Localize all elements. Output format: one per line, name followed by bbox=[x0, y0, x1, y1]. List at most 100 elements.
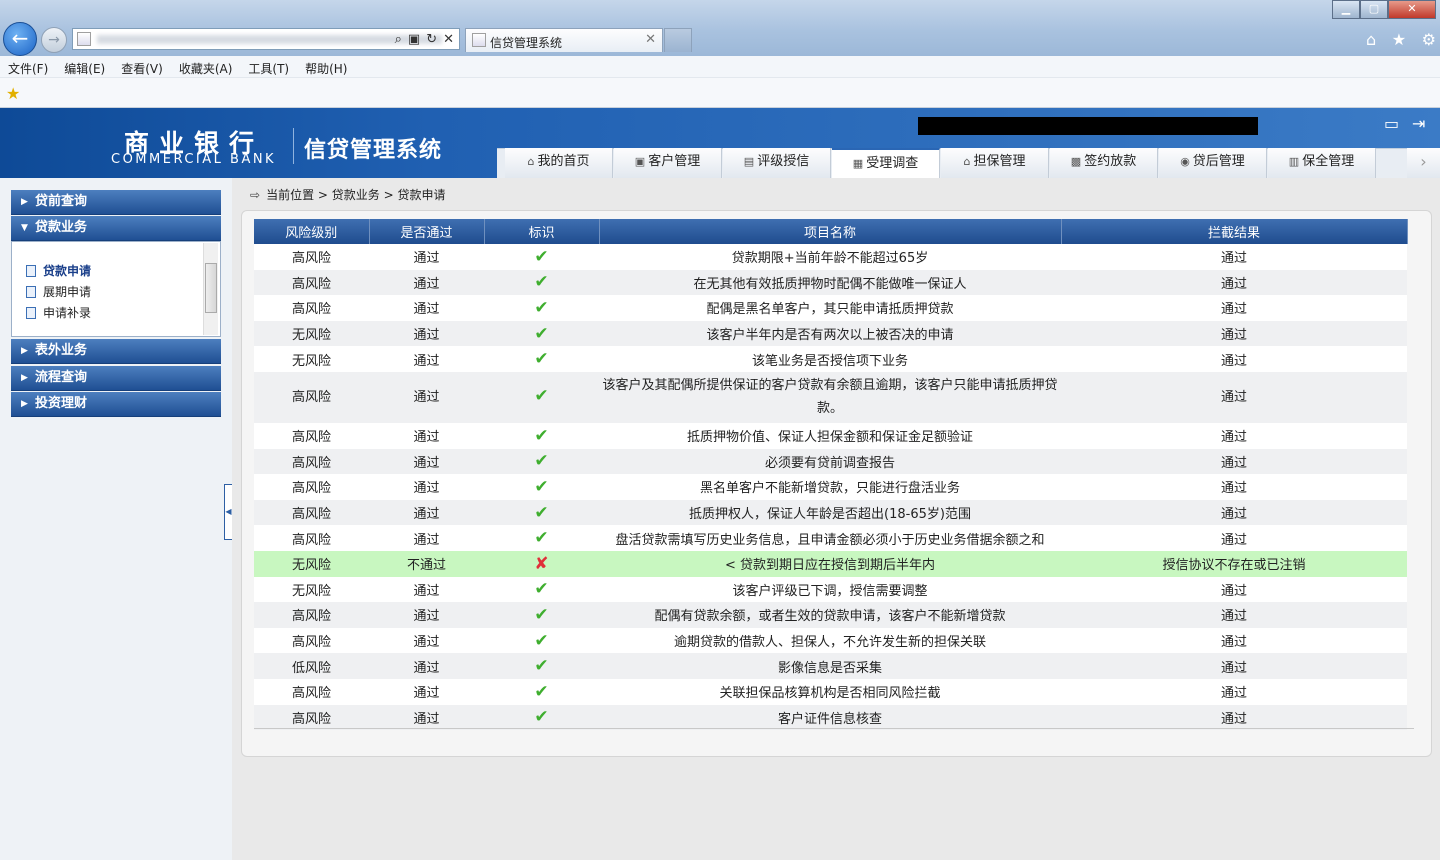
flag-cell: ✔ bbox=[484, 525, 599, 551]
sidebar-group-investment[interactable]: ▶ 投资理财 bbox=[11, 392, 221, 417]
nav-tab-guarantee[interactable]: ⌂ 担保管理 bbox=[941, 148, 1049, 178]
sidebar-group-process-query[interactable]: ▶ 流程查询 bbox=[11, 366, 221, 391]
menu-tools[interactable]: 工具(T) bbox=[240, 56, 297, 77]
menu-file[interactable]: 文件(F) bbox=[0, 56, 56, 77]
table-row[interactable]: 高风险 通过 ✔ 配偶是黑名单客户，其只能申请抵质押贷款 通过 bbox=[254, 295, 1407, 321]
forward-button[interactable]: → bbox=[41, 27, 67, 53]
nav-tab-customer[interactable]: ▣ 客户管理 bbox=[614, 148, 722, 178]
sidebar-group-offbalance[interactable]: ▶ 表外业务 bbox=[11, 339, 221, 364]
sidebar-item-extension-apply[interactable]: 展期申请 bbox=[26, 283, 91, 301]
col-passed: 是否通过 bbox=[369, 219, 485, 244]
sidebar-group-preloan-query[interactable]: ▶ 贷前查询 bbox=[11, 190, 221, 215]
scrollbar-thumb[interactable] bbox=[205, 263, 217, 313]
flag-cell: ✔ bbox=[484, 269, 599, 296]
monitor-icon[interactable]: ▭ bbox=[1384, 114, 1399, 133]
passed-cell: 通过 bbox=[369, 678, 484, 705]
search-icon[interactable]: ⌕ bbox=[395, 32, 402, 47]
risk-level-cell: 无风险 bbox=[254, 576, 369, 603]
item-name-cell: 逾期贷款的借款人、担保人，不允许发生新的担保关联 bbox=[599, 627, 1061, 654]
intercept-result-cell: 通过 bbox=[1061, 422, 1407, 449]
nav-tab-rating[interactable]: ▤ 评级授信 bbox=[723, 148, 831, 178]
stop-icon[interactable]: ✕ bbox=[443, 32, 454, 47]
tab-title: 信贷管理系统 bbox=[490, 36, 563, 50]
table-row[interactable]: 高风险 通过 ✔ 抵质押物价值、保证人担保金额和保证金足额验证 通过 bbox=[254, 422, 1407, 449]
close-tab-icon[interactable]: ✕ bbox=[645, 32, 656, 47]
nav-tab-contract[interactable]: ▩ 签约放款 bbox=[1050, 148, 1158, 178]
home-icon[interactable]: ⌂ bbox=[1366, 30, 1376, 50]
nav-tab-home[interactable]: ⌂ 我的首页 bbox=[505, 148, 613, 178]
flag-cell: ✔ bbox=[484, 422, 599, 449]
refresh-icon[interactable]: ↻ bbox=[426, 32, 437, 47]
new-tab-button[interactable] bbox=[664, 28, 692, 52]
intercept-result-cell: 授信协议不存在或已注销 bbox=[1061, 550, 1407, 577]
risk-level-cell: 高风险 bbox=[254, 627, 369, 654]
document-icon bbox=[26, 286, 36, 298]
intercept-result-cell: 通过 bbox=[1061, 474, 1407, 500]
menu-view[interactable]: 查看(V) bbox=[113, 56, 171, 77]
table-row[interactable]: 高风险 通过 ✔ 客户证件信息核查 通过 bbox=[254, 704, 1407, 731]
breadcrumb-path[interactable]: 贷款业务 bbox=[332, 188, 380, 202]
settings-gear-icon[interactable]: ⚙ bbox=[1422, 30, 1436, 50]
passed-cell: 通过 bbox=[369, 576, 484, 603]
system-name: 信贷管理系统 bbox=[304, 138, 443, 163]
table-row[interactable]: 无风险 通过 ✔ 该笔业务是否授信项下业务 通过 bbox=[254, 346, 1407, 372]
flag-cell: ✔ bbox=[484, 602, 599, 628]
sidebar-item-loan-apply[interactable]: 贷款申请 bbox=[26, 262, 91, 280]
sidebar-group-loan-business[interactable]: ▼ 贷款业务 bbox=[11, 216, 221, 241]
menu-favorites[interactable]: 收藏夹(A) bbox=[171, 56, 241, 77]
nav-tab-survey[interactable]: ▦ 受理调查 bbox=[832, 148, 940, 178]
sidebar-item-supplement[interactable]: 申请补录 bbox=[26, 304, 91, 322]
col-risk-level: 风险级别 bbox=[254, 219, 370, 244]
nav-tab-label: 担保管理 bbox=[973, 154, 1026, 169]
logout-icon[interactable]: ⇥ bbox=[1412, 114, 1425, 133]
table-row[interactable]: 高风险 通过 ✔ 关联担保品核算机构是否相同风险拦截 通过 bbox=[254, 678, 1407, 705]
minimize-button[interactable]: ▁ bbox=[1332, 0, 1360, 19]
menu-edit[interactable]: 编辑(E) bbox=[56, 56, 113, 77]
tab-favicon-icon bbox=[472, 33, 486, 47]
table-row[interactable]: 无风险 通过 ✔ 该客户半年内是否有两次以上被否决的申请 通过 bbox=[254, 320, 1407, 347]
checkmark-icon: ✔ bbox=[534, 604, 549, 625]
table-row[interactable]: 高风险 通过 ✔ 该客户及其配偶所提供保证的客户贷款有余额且逾期，该客户只能申请抵质押… bbox=[254, 371, 1407, 423]
table-row[interactable]: 低风险 通过 ✔ 影像信息是否采集 通过 bbox=[254, 653, 1407, 679]
add-favorite-icon[interactable]: ★ bbox=[6, 84, 20, 103]
checkmark-icon: ✔ bbox=[534, 246, 549, 267]
item-name-cell: 在无其他有效抵质押物时配偶不能做唯一保证人 bbox=[599, 269, 1061, 296]
table-row[interactable]: 无风险 不通过 ✘ < 贷款到期日应在授信到期后半年内 授信协议不存在或已注销 bbox=[254, 550, 1407, 577]
table-row[interactable]: 高风险 通过 ✔ 抵质押权人，保证人年龄是否超出(18-65岁)范围 通过 bbox=[254, 499, 1407, 526]
nav-tab-postloan[interactable]: ◉ 贷后管理 bbox=[1159, 148, 1267, 178]
sidebar-item-label: 申请补录 bbox=[43, 306, 92, 320]
checkmark-icon: ✔ bbox=[534, 579, 549, 600]
nav-scroll-right-icon[interactable]: › bbox=[1407, 148, 1440, 178]
table-row[interactable]: 高风险 通过 ✔ 逾期贷款的借款人、担保人，不允许发生新的担保关联 通过 bbox=[254, 627, 1407, 654]
table-row[interactable]: 高风险 通过 ✔ 必须要有贷前调查报告 通过 bbox=[254, 448, 1407, 475]
table-row[interactable]: 高风险 通过 ✔ 配偶有贷款余额，或者生效的贷款申请，该客户不能新增贷款 通过 bbox=[254, 602, 1407, 628]
back-button[interactable]: ← bbox=[3, 22, 37, 56]
window-controls: ▁ ▢ ✕ bbox=[1332, 0, 1436, 19]
checkmark-icon: ✔ bbox=[534, 272, 549, 293]
table-row[interactable]: 高风险 通过 ✔ 黑名单客户不能新增贷款，只能进行盘活业务 通过 bbox=[254, 474, 1407, 500]
favorites-star-icon[interactable]: ★ bbox=[1392, 30, 1406, 50]
item-name-cell: 该客户评级已下调，授信需要调整 bbox=[599, 576, 1061, 603]
table-row[interactable]: 高风险 通过 ✔ 盘活贷款需填写历史业务信息，且申请金额必须小于历史业务借据余额之和通… bbox=[254, 525, 1407, 551]
intercept-result-cell: 通过 bbox=[1061, 653, 1407, 679]
risk-level-cell: 高风险 bbox=[254, 448, 369, 475]
passed-cell: 不通过 bbox=[369, 550, 484, 577]
menu-help[interactable]: 帮助(H) bbox=[297, 56, 355, 77]
risk-level-cell: 高风险 bbox=[254, 474, 369, 500]
flag-cell: ✔ bbox=[484, 499, 599, 526]
table-row[interactable]: 高风险 通过 ✔ 贷款期限+当前年龄不能超过65岁 通过 bbox=[254, 244, 1407, 270]
table-row[interactable]: 高风险 通过 ✔ 在无其他有效抵质押物时配偶不能做唯一保证人 通过 bbox=[254, 269, 1407, 296]
intercept-result-cell: 通过 bbox=[1061, 704, 1407, 731]
compat-view-icon[interactable]: ▣ bbox=[408, 32, 420, 47]
item-name-cell: 黑名单客户不能新增贷款，只能进行盘活业务 bbox=[599, 474, 1061, 500]
close-window-button[interactable]: ✕ bbox=[1388, 0, 1436, 19]
table-row[interactable]: 无风险 通过 ✔ 该客户评级已下调，授信需要调整 通过 bbox=[254, 576, 1407, 603]
nav-tab-preservation[interactable]: ▥ 保全管理 bbox=[1268, 148, 1376, 178]
bank-logo-en: COMMERCIAL BANK bbox=[111, 152, 277, 167]
risk-level-cell: 无风险 bbox=[254, 550, 369, 577]
intercept-result-cell: 通过 bbox=[1061, 678, 1407, 705]
risk-level-cell: 高风险 bbox=[254, 525, 369, 551]
submenu-scrollbar[interactable] bbox=[203, 243, 218, 335]
maximize-button[interactable]: ▢ bbox=[1360, 0, 1388, 19]
browser-tab[interactable]: 信贷管理系统 ✕ bbox=[465, 28, 663, 52]
